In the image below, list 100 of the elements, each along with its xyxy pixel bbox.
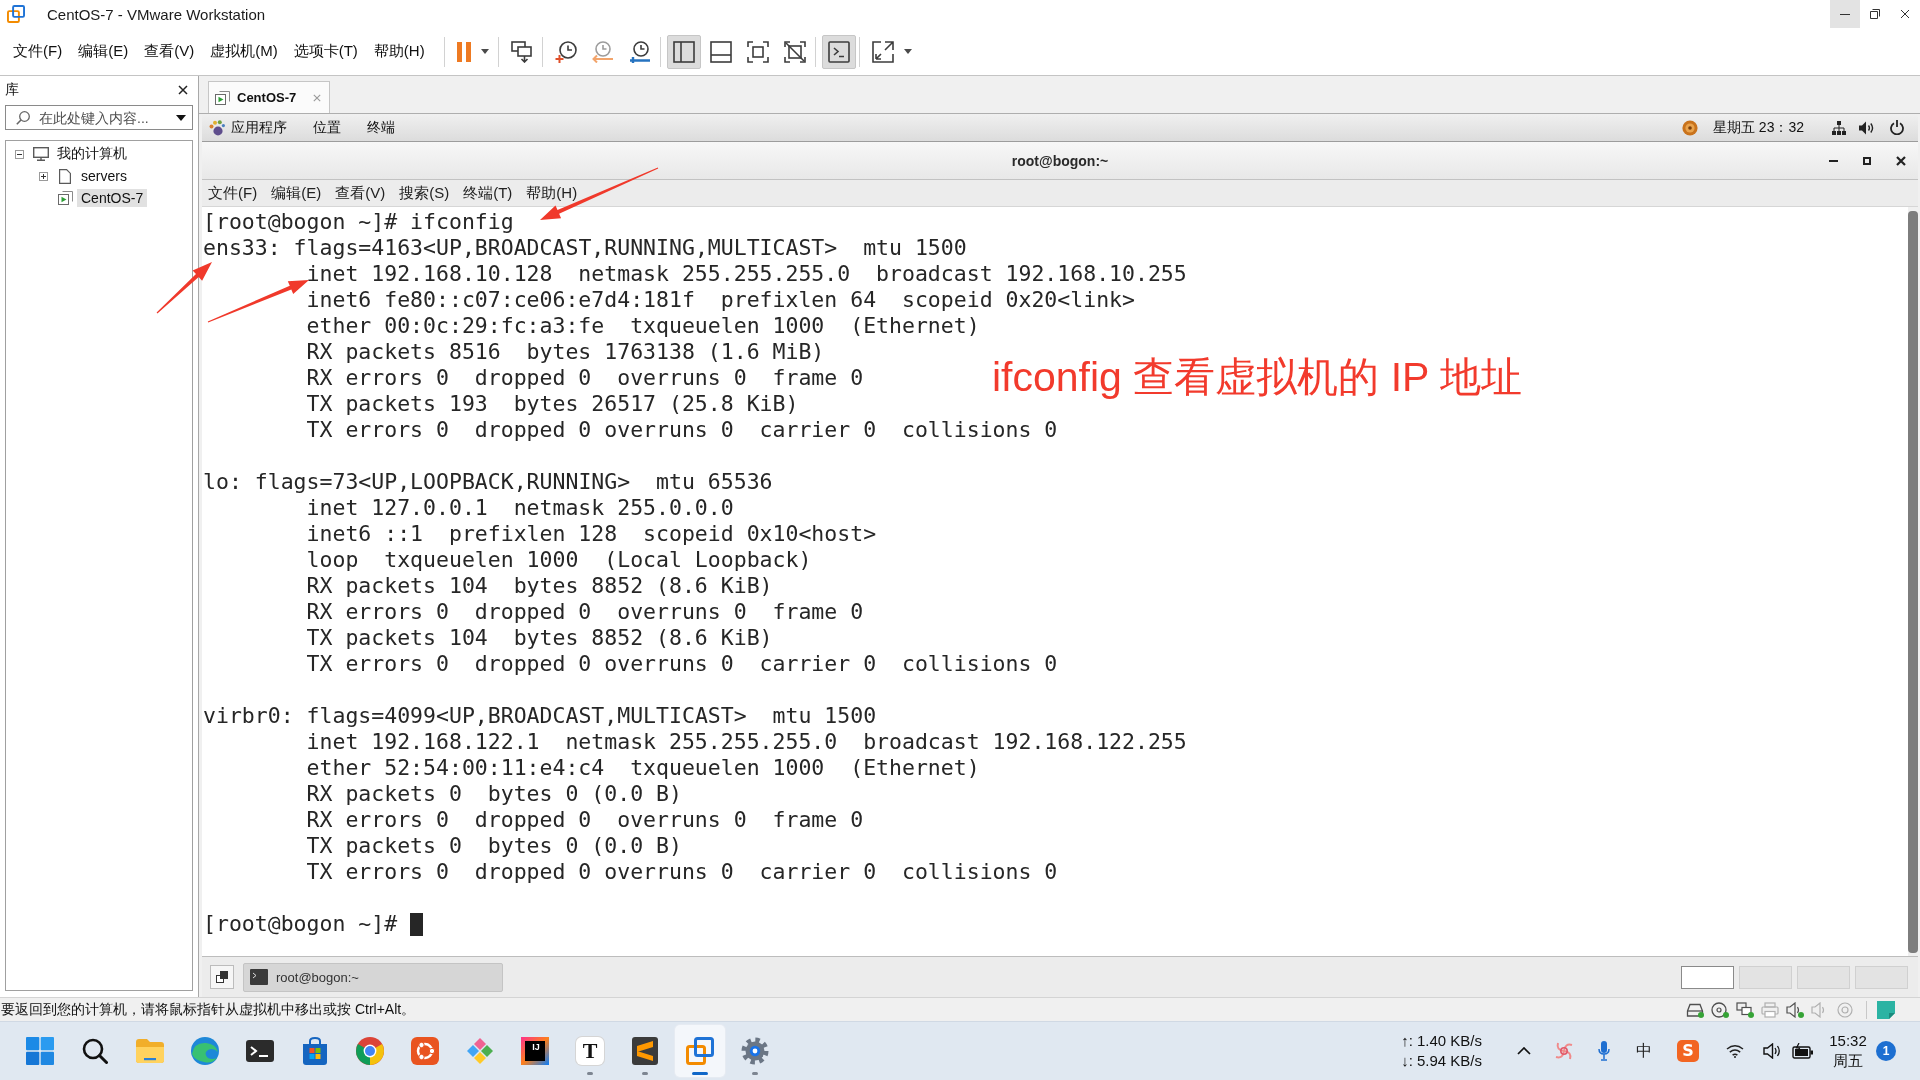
power-icon[interactable]	[1890, 120, 1904, 135]
menu-item[interactable]: 搜索(S)	[399, 183, 450, 203]
tree-item[interactable]: servers	[77, 167, 131, 185]
menu-item[interactable]: 终端	[367, 118, 395, 137]
fullscreen-icon[interactable]	[746, 40, 769, 63]
gear-icon[interactable]	[741, 1037, 769, 1065]
chevron-up-icon[interactable]	[1517, 1047, 1531, 1055]
menu-item[interactable]: 虚拟机(M)	[210, 38, 278, 65]
terminal-line: TX errors 0 dropped 0 overruns 0 carrier 0 collisions 0	[306, 859, 1058, 885]
vm-play-icon	[215, 90, 230, 105]
ring-tile-icon[interactable]	[411, 1037, 439, 1065]
search-icon	[16, 110, 30, 125]
menu-item[interactable]: 编辑(E)	[271, 183, 322, 203]
taskbar-button[interactable]: IJ	[510, 1025, 560, 1077]
menu-item[interactable]: 查看(V)	[144, 38, 195, 65]
search-field[interactable]: 在此处键入内容...	[5, 105, 193, 130]
taskbar-button[interactable]: T	[565, 1025, 615, 1077]
stacked-screens-icon[interactable]	[510, 40, 533, 63]
wave-circle-icon[interactable]	[191, 1037, 219, 1065]
overlapping-squares-icon[interactable]	[686, 1037, 714, 1065]
terminal-line: virbr0: flags=4099<UP,BROADCAST,MULTICAST> mtu 1500	[203, 703, 877, 729]
speaker-icon[interactable]	[1859, 120, 1875, 135]
speaker-icon[interactable]	[1763, 1043, 1781, 1059]
window-title: root@bogon:~	[1011, 152, 1109, 169]
bottom-bar-layout-icon[interactable]	[709, 40, 732, 63]
menu-item[interactable]: 帮助(H)	[373, 38, 425, 65]
stripes-tile-icon[interactable]	[632, 1037, 658, 1065]
task-button[interactable]: root@bogon:~	[243, 962, 503, 992]
caret-icon[interactable]	[176, 114, 186, 121]
sidebar-layout-icon[interactable]	[672, 40, 695, 63]
minimize-icon[interactable]	[1840, 13, 1850, 15]
menu-item[interactable]: 应用程序	[209, 118, 287, 137]
terminal-icon[interactable]	[827, 40, 850, 63]
input-mode-button[interactable]: 中	[1636, 1040, 1652, 1062]
collapse-icon[interactable]	[15, 149, 24, 159]
maximize-icon[interactable]	[1863, 156, 1871, 165]
pause-icon[interactable]	[456, 41, 471, 62]
workspace-button[interactable]	[1681, 965, 1734, 989]
windows-stack-icon[interactable]	[216, 971, 228, 983]
clock-bar-icon[interactable]	[628, 40, 651, 63]
terminal-icon[interactable]	[246, 1040, 274, 1062]
close-icon[interactable]	[1896, 155, 1906, 166]
menu-item[interactable]: 位置	[313, 118, 341, 137]
terminal-line: RX errors 0 dropped 0 overruns 0 frame 0	[306, 599, 864, 625]
terminal-line: ens33: flags=4163<UP,BROADCAST,RUNNING,MULTICAST> mtu 1500	[203, 235, 967, 261]
clock-plus-icon[interactable]	[554, 40, 577, 63]
terminal-line: inet 127.0.0.1 netmask 255.0.0.0	[306, 495, 734, 521]
tiles-icon[interactable]	[26, 1037, 54, 1065]
ball-icon[interactable]	[1681, 119, 1698, 136]
notification-badge[interactable]: 1	[1876, 1041, 1896, 1061]
pinwheel-icon[interactable]	[1554, 1041, 1574, 1061]
menu-item[interactable]: 文件(F)	[13, 38, 63, 65]
tree-item[interactable]: CentOS-7	[77, 189, 148, 207]
caret-icon[interactable]	[480, 49, 489, 54]
menu-item[interactable]: 查看(V)	[335, 183, 386, 203]
menu-item[interactable]: 文件(F)	[208, 183, 258, 203]
battery-icon[interactable]	[1792, 1043, 1814, 1059]
menu-item[interactable]: 选项卡(T)	[293, 38, 358, 65]
expand-arrows-icon[interactable]	[871, 40, 894, 63]
menu-item[interactable]: 编辑(E)	[78, 38, 129, 65]
toolbar-button[interactable]	[821, 34, 856, 69]
scrollbar-thumb[interactable]	[1908, 211, 1918, 953]
tree-item[interactable]: 我的计算机	[53, 144, 131, 164]
terminal-line: loop txqueuelen 1000 (Local Loopback)	[306, 547, 812, 573]
restore-icon[interactable]	[1870, 9, 1880, 19]
minimize-icon[interactable]	[1828, 159, 1838, 162]
overlapping-squares-icon	[7, 5, 25, 23]
network-icon[interactable]	[1832, 120, 1846, 135]
microphone-icon[interactable]	[1598, 1041, 1610, 1061]
terminal-line: inet 192.168.10.128 netmask 255.255.255.0 broadcast 192.168.10.255	[306, 261, 1187, 287]
close-icon[interactable]	[1900, 9, 1910, 19]
segmented-circle-icon[interactable]	[356, 1037, 384, 1065]
terminal-line: inet 192.168.122.1 netmask 255.255.255.0 broadcast 192.168.122.255	[306, 729, 1187, 755]
menu-item[interactable]: 终端(T)	[463, 183, 513, 203]
caret-icon[interactable]	[903, 49, 912, 54]
note-icon[interactable]	[1877, 1000, 1895, 1019]
toolbar-button[interactable]	[666, 34, 701, 69]
expand-icon[interactable]	[39, 171, 48, 181]
terminal-line: RX packets 104 bytes 8852 (8.6 KiB)	[306, 573, 773, 599]
terminal-line: TX packets 104 bytes 8852 (8.6 KiB)	[306, 625, 773, 651]
tab[interactable]: CentOS-7	[208, 81, 331, 113]
terminal-line: RX packets 0 bytes 0 (0.0 B)	[306, 781, 682, 807]
search-icon[interactable]	[82, 1038, 108, 1064]
crossed-frame-icon[interactable]	[783, 40, 806, 63]
shopping-bag-icon[interactable]	[302, 1037, 328, 1065]
network-icon[interactable]	[1736, 1001, 1754, 1018]
clock[interactable]: 星期五 23：32	[1712, 118, 1804, 137]
menu-item[interactable]: 帮助(H)	[526, 183, 578, 203]
clock-time: 15:32	[1829, 1031, 1867, 1051]
folder-icon[interactable]	[136, 1039, 164, 1063]
terminal-line: inet6 fe80::c07:ce06:e7d4:181f prefixlen 64 scopeid 0x20<link>	[306, 287, 1135, 313]
terminal-line: [root@bogon ~]# ifconfig	[203, 209, 514, 235]
wifi-icon[interactable]	[1726, 1044, 1744, 1058]
clock-arrow-icon[interactable]	[591, 40, 614, 63]
terminal-line: ether 52:54:00:11:e4:c4 txqueuelen 1000 (Ethernet)	[306, 755, 980, 781]
show-desktop-button[interactable]	[210, 965, 234, 989]
paw-icon[interactable]	[209, 119, 225, 136]
close-icon[interactable]	[178, 85, 188, 95]
panel-title: 库	[5, 81, 19, 99]
disc-icon[interactable]	[1711, 1001, 1729, 1018]
